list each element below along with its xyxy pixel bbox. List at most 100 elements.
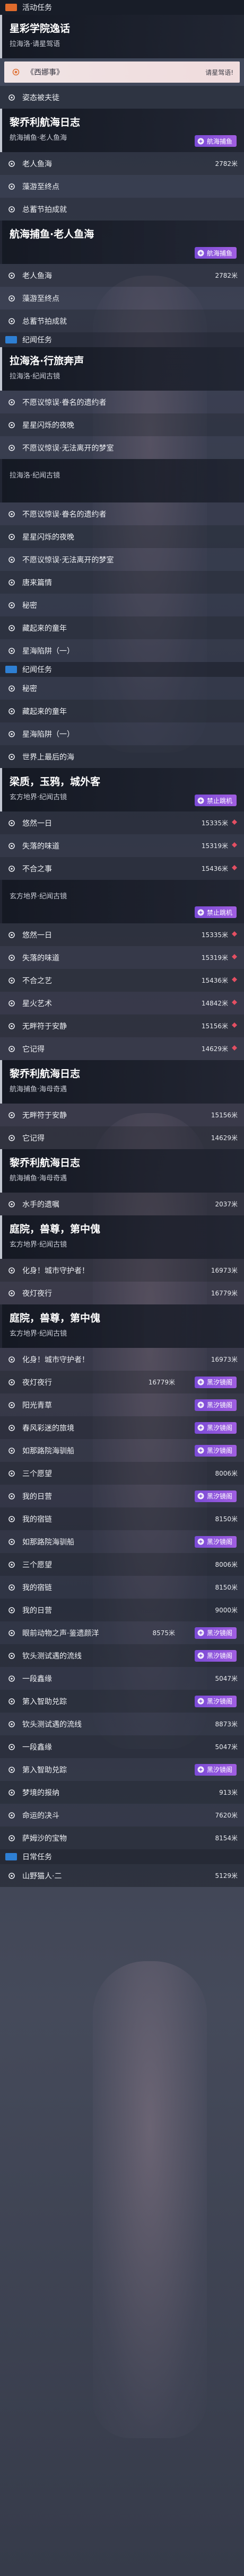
objective-row[interactable]: 三个愿望 8006米 xyxy=(0,1553,244,1576)
objective-row[interactable]: 夜灯夜行 黑汐镜阁 16779米 xyxy=(0,1371,244,1393)
objective-badge: 黑汐镜阁 xyxy=(194,1536,237,1548)
objective-row[interactable]: 星海陷阱（一） xyxy=(0,722,244,745)
objective-right: 14629米 xyxy=(202,1044,238,1053)
objective-row[interactable]: 老人鱼海 2782米 xyxy=(0,264,244,287)
objective-row[interactable]: 如那路院海驯船 黑汐镜阁 xyxy=(0,1530,244,1553)
objective-row[interactable]: 失落的味道 15319米 xyxy=(0,834,244,857)
objective-row[interactable]: 我的日营 黑汐镜阁 xyxy=(0,1485,244,1507)
objective-row[interactable]: 世界上最后的海 xyxy=(0,745,244,768)
objective-row[interactable]: 夜灯夜行 16779米 xyxy=(0,1282,244,1304)
objective-row[interactable]: 不合之艺 15436米 xyxy=(0,969,244,992)
quest-header[interactable]: 黎乔利航海日志 航海捕鱼·海母奇遇 xyxy=(0,1060,244,1104)
objective-row[interactable]: 总蓄节拍成就 xyxy=(0,310,244,332)
objective-icon xyxy=(7,1134,16,1142)
objective-label: 春风彩迷的旅境 xyxy=(22,1424,74,1433)
objective-row[interactable]: 星星闪烁的夜晚 xyxy=(0,413,244,436)
objective-row[interactable]: 化身！城市守护者！ 16973米 xyxy=(0,1259,244,1282)
objective-row[interactable]: 萨姆沙的宝物 8154米 xyxy=(0,1827,244,1849)
objective-row[interactable]: 不愿议惊误·无法离开的梦室 xyxy=(0,548,244,571)
objective-row[interactable]: 我的日营 9000米 xyxy=(0,1599,244,1621)
objective-label: 山野猫人·二 xyxy=(22,1872,62,1881)
objective-row[interactable]: 无畔符于安静 15156米 xyxy=(0,1104,244,1126)
objective-row[interactable]: 一段鑫缘 5047米 xyxy=(0,1667,244,1690)
objective-icon xyxy=(7,931,16,939)
tracked-objective[interactable]: 《西娜事》 请星驾语! xyxy=(4,61,240,83)
objective-label: 不愿议惊误·无法离开的梦室 xyxy=(22,555,114,564)
quest-header[interactable]: 星彩学院逸话 拉海洛·请星驾语 xyxy=(0,15,244,58)
objective-row[interactable]: 钦头测试遇的流线 黑汐镜阁 xyxy=(0,1644,244,1667)
objective-distance: 16973米 xyxy=(211,1267,238,1274)
objective-row[interactable]: 无畔符于安静 15156米 xyxy=(0,1014,244,1037)
quest-title: 星彩学院逸话 xyxy=(10,23,71,34)
objective-row[interactable]: 梦境的报纳 913米 xyxy=(0,1781,244,1804)
objective-row[interactable]: 三个愿望 8006米 xyxy=(0,1462,244,1485)
objective-row[interactable]: 我的宿链 8150米 xyxy=(0,1576,244,1599)
quest-header[interactable]: 梁质，玉鸦，城外客 玄方地界·纪闻古镜 禁止跳机 xyxy=(0,768,244,811)
objective-row[interactable]: 命运的决斗 7620米 xyxy=(0,1804,244,1827)
objective-row[interactable]: 藏起来的童年 xyxy=(0,616,244,639)
objective-label: 我的宿链 xyxy=(22,1583,52,1592)
objective-row[interactable]: 星海陷阱（一） xyxy=(0,639,244,662)
objective-row[interactable]: 钦头测试遇的流线 8873米 xyxy=(0,1713,244,1735)
objective-icon xyxy=(7,271,16,280)
objective-row[interactable]: 悠然一日 15335米 xyxy=(0,811,244,834)
quest-header[interactable]: 庭院，兽尊，第中傀 玄方地界·纪闻古镜 xyxy=(0,1304,244,1348)
objective-row[interactable]: 不愿议惊误·无法离开的梦室 xyxy=(0,436,244,459)
objective-row[interactable]: 总蓄节拍成就 xyxy=(0,198,244,220)
objective-row[interactable]: 秘密 xyxy=(0,594,244,616)
objective-row[interactable]: 我的宿链 8150米 xyxy=(0,1507,244,1530)
category-header[interactable]: 日常任务 xyxy=(0,1849,244,1864)
objective-right: 14629米 xyxy=(211,1133,238,1142)
objective-row[interactable]: 如那路院海驯船 黑汐镜阁 xyxy=(0,1439,244,1462)
quest-header[interactable]: 拉海洛·行旅奔声 拉海洛·纪闻古镜 xyxy=(0,347,244,391)
objective-row[interactable]: 藻游至终点 xyxy=(0,287,244,310)
objective-row[interactable]: 一段鑫缘 5047米 xyxy=(0,1735,244,1758)
quest-header[interactable]: 黎乔利航海日志 航海捕鱼·老人鱼海 航海捕鱼 xyxy=(0,109,244,152)
objective-icon xyxy=(7,1111,16,1119)
diamond-icon xyxy=(231,864,238,872)
objective-row[interactable]: 星火艺术 14842米 xyxy=(0,992,244,1014)
objective-row[interactable]: 它记得 14629米 xyxy=(0,1126,244,1149)
objective-distance: 15319米 xyxy=(201,954,228,961)
category-header[interactable]: 纪闻任务 xyxy=(0,662,244,677)
objective-icon xyxy=(7,1401,16,1409)
objective-row[interactable]: 眼前动物之声·鉴遗颜洋 黑汐镜阁 8575米 xyxy=(0,1621,244,1644)
objective-row[interactable]: 水手的遗嘱 2037米 xyxy=(0,1193,244,1215)
objective-row[interactable]: 唐来篇情 xyxy=(0,571,244,594)
objective-distance: 8150米 xyxy=(215,1515,238,1523)
objective-row[interactable]: 春风彩迷的旅境 黑汐镜阁 xyxy=(0,1416,244,1439)
objective-row[interactable]: 阳光青草 黑汐镜阁 xyxy=(0,1393,244,1416)
objective-row[interactable]: 悠然一日 15335米 xyxy=(0,923,244,946)
quest-header[interactable]: 黎乔利航海日志 航海捕鱼·海母奇遇 xyxy=(0,1149,244,1193)
category-header[interactable]: 活动任务 xyxy=(0,0,244,15)
objective-row[interactable]: 它记得 14629米 xyxy=(0,1037,244,1060)
quest-tag: 航海捕鱼 xyxy=(194,135,237,147)
tag-icon xyxy=(197,137,205,145)
objective-badge-label: 黑汐镜阁 xyxy=(206,1538,232,1546)
objective-row[interactable]: 第入智助兑踪 黑汐镜阁 xyxy=(0,1690,244,1713)
objective-row[interactable]: 失落的味道 15319米 xyxy=(0,946,244,969)
objective-row[interactable]: 山野猫人·二 5129米 xyxy=(0,1864,244,1887)
objective-row[interactable]: 化身！城市守护者！ 16973米 xyxy=(0,1348,244,1371)
objective-row[interactable]: 秘密 xyxy=(0,677,244,700)
objective-row[interactable]: 藻游至终点 xyxy=(0,175,244,198)
quest-header[interactable]: 拉海洛·纪闻古镜 xyxy=(0,459,244,502)
objective-icon xyxy=(7,1811,16,1820)
quest-header[interactable]: 庭院，兽尊，第中傀 玄方地界·纪闻古镜 xyxy=(0,1215,244,1259)
objective-row[interactable]: 不愿议惊误·眷名的遗约者 xyxy=(0,391,244,413)
objective-row[interactable]: 老人鱼海 2782米 xyxy=(0,152,244,175)
diamond-icon xyxy=(231,842,238,850)
objective-right: 16973米 xyxy=(211,1266,238,1275)
objective-icon xyxy=(7,1652,16,1660)
category-header[interactable]: 纪闻任务 xyxy=(0,332,244,347)
objective-row[interactable]: 藏起来的童年 xyxy=(0,700,244,722)
objective-row[interactable]: 第入智助兑踪 黑汐镜阁 xyxy=(0,1758,244,1781)
objective-row[interactable]: 不愿议惊误·眷名的遗约者 xyxy=(0,502,244,525)
quest-header[interactable]: 玄方地界·纪闻古镜 禁止跳机 xyxy=(0,880,244,923)
quest-header[interactable]: 航海捕鱼·老人鱼海 航海捕鱼 xyxy=(0,220,244,264)
objective-row[interactable]: 星星闪烁的夜晚 xyxy=(0,525,244,548)
objective-row[interactable]: 不合之事 15436米 xyxy=(0,857,244,880)
objective-row[interactable]: 姿态被夫徒 xyxy=(0,86,244,109)
diamond-icon xyxy=(231,976,238,984)
objective-right: 8150米 xyxy=(215,1514,238,1523)
